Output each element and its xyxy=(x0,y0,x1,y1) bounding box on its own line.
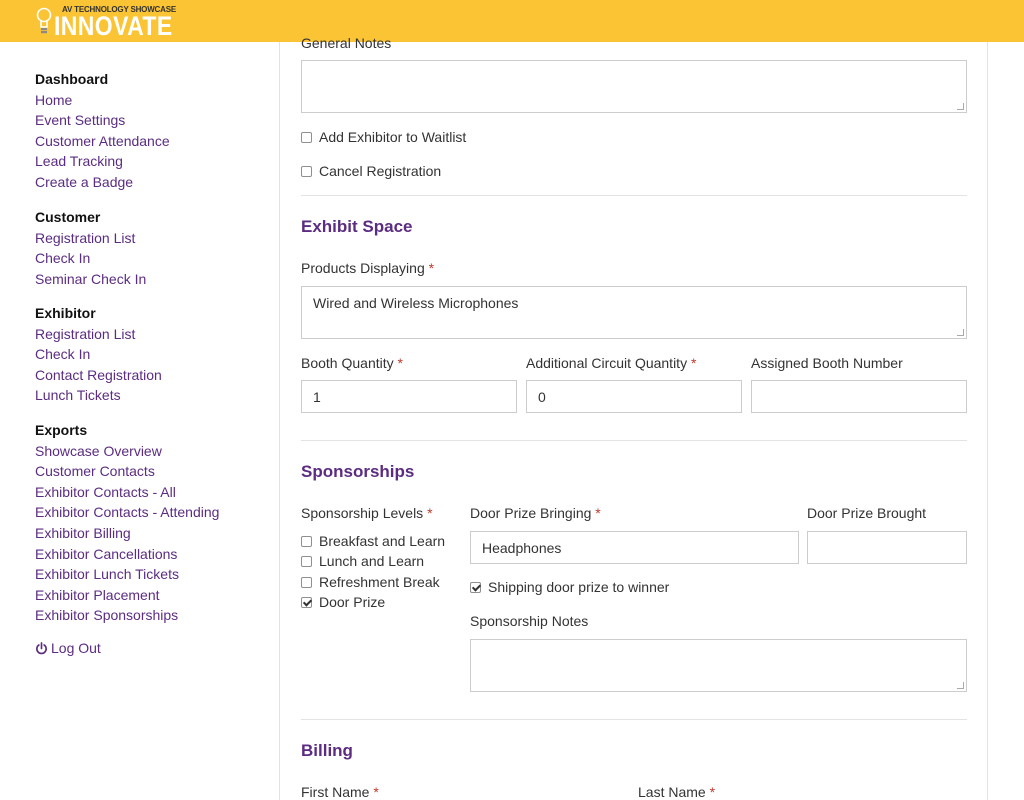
sidebar-item-event-settings[interactable]: Event Settings xyxy=(35,110,170,131)
cancel-registration-label: Cancel Registration xyxy=(319,163,442,179)
sidebar-item-showcase-overview[interactable]: Showcase Overview xyxy=(35,441,219,462)
shipping-door-prize-label: Shipping door prize to winner xyxy=(488,579,670,595)
products-displaying-label: Products Displaying * xyxy=(301,260,435,276)
sidebar-item-home[interactable]: Home xyxy=(35,90,170,111)
sidebar-item-exhibitor-lunch-tickets[interactable]: Exhibitor Lunch Tickets xyxy=(35,564,219,585)
sponsorship-levels-label: Sponsorship Levels * xyxy=(301,505,433,521)
breakfast-label: Breakfast and Learn xyxy=(319,533,446,549)
door-prize-brought-input[interactable] xyxy=(807,531,967,564)
required-mark: * xyxy=(427,505,433,521)
door-prize-brought-label: Door Prize Brought xyxy=(807,505,927,521)
sidebar-item-exhibitor-sponsorships[interactable]: Exhibitor Sponsorships xyxy=(35,605,219,626)
section-divider xyxy=(301,719,967,720)
section-divider xyxy=(301,195,967,196)
booth-quantity-label: Booth Quantity * xyxy=(301,355,403,371)
sidebar-item-seminar-check-in[interactable]: Seminar Check In xyxy=(35,269,146,290)
required-mark: * xyxy=(595,505,601,521)
sidebar-item-contact-registration[interactable]: Contact Registration xyxy=(35,365,162,386)
nav-group-customer: Customer Registration List Check In Semi… xyxy=(35,207,146,289)
shipping-door-prize-row[interactable]: Shipping door prize to winner xyxy=(470,579,669,595)
section-divider xyxy=(301,440,967,441)
sponsorship-level-breakfast[interactable]: Breakfast and Learn xyxy=(301,533,445,549)
nav-group-exhibitor: Exhibitor Registration List Check In Con… xyxy=(35,303,162,406)
waitlist-checkbox-row[interactable]: Add Exhibitor to Waitlist xyxy=(301,129,466,145)
additional-circuit-input[interactable]: 0 xyxy=(526,380,742,413)
refreshment-label: Refreshment Break xyxy=(319,574,440,590)
main-form: General Notes Add Exhibitor to Waitlist … xyxy=(281,35,988,800)
door-prize-label: Door Prize xyxy=(319,594,386,610)
nav-heading-exports: Exports xyxy=(35,422,88,438)
required-mark: * xyxy=(690,355,697,371)
sidebar-item-create-badge[interactable]: Create a Badge xyxy=(35,172,170,193)
cancel-registration-row[interactable]: Cancel Registration xyxy=(301,163,441,179)
shipping-door-prize-checkbox[interactable] xyxy=(470,581,481,593)
sponsorships-title: Sponsorships xyxy=(301,462,415,481)
waitlist-label: Add Exhibitor to Waitlist xyxy=(319,129,467,145)
required-mark: * xyxy=(709,784,716,800)
sidebar-item-customer-registration-list[interactable]: Registration List xyxy=(35,228,146,249)
sponsorship-level-door-prize[interactable]: Door Prize xyxy=(301,594,385,610)
booth-quantity-input[interactable]: 1 xyxy=(301,380,517,413)
sponsorship-level-lunch[interactable]: Lunch and Learn xyxy=(301,553,424,569)
exhibit-space-title: Exhibit Space xyxy=(301,217,413,236)
sidebar-item-exhibitor-contacts-attending[interactable]: Exhibitor Contacts - Attending xyxy=(35,502,219,523)
products-displaying-textarea[interactable]: Wired and Wireless Microphones xyxy=(301,286,967,339)
sidebar-item-lunch-tickets[interactable]: Lunch Tickets xyxy=(35,385,162,406)
top-header-bar: AV TECHNOLOGY SHOWCASE INNOVATE xyxy=(0,0,1024,42)
sidebar-item-exhibitor-cancellations[interactable]: Exhibitor Cancellations xyxy=(35,544,219,565)
nav-heading-customer: Customer xyxy=(35,209,101,225)
assigned-booth-input[interactable] xyxy=(751,380,967,413)
waitlist-checkbox[interactable] xyxy=(301,131,312,143)
sidebar-item-exhibitor-registration-list[interactable]: Registration List xyxy=(35,324,162,345)
sponsorship-notes-textarea[interactable] xyxy=(470,639,967,692)
cancel-registration-checkbox[interactable] xyxy=(301,165,312,177)
nav-heading-dashboard: Dashboard xyxy=(35,71,109,87)
nav-group-exports: Exports Showcase Overview Customer Conta… xyxy=(35,420,219,626)
general-notes-textarea[interactable] xyxy=(301,60,967,113)
nav-heading-exhibitor: Exhibitor xyxy=(35,305,96,321)
sidebar-item-exhibitor-placement[interactable]: Exhibitor Placement xyxy=(35,585,219,606)
sidebar-item-exhibitor-billing[interactable]: Exhibitor Billing xyxy=(35,523,219,544)
logout-label: Log Out xyxy=(51,640,101,656)
last-name-label: Last Name * xyxy=(638,784,716,800)
breakfast-checkbox[interactable] xyxy=(301,535,312,547)
lunch-checkbox[interactable] xyxy=(301,555,312,567)
nav-group-dashboard: Dashboard Home Event Settings Customer A… xyxy=(35,69,170,193)
refreshment-checkbox[interactable] xyxy=(301,576,312,588)
power-icon xyxy=(36,641,47,654)
required-mark: * xyxy=(373,784,379,800)
sidebar-item-customer-contacts[interactable]: Customer Contacts xyxy=(35,461,219,482)
billing-title: Billing xyxy=(301,741,353,760)
sidebar-item-customer-check-in[interactable]: Check In xyxy=(35,248,146,269)
door-prize-checkbox[interactable] xyxy=(301,596,312,608)
lunch-label: Lunch and Learn xyxy=(319,553,425,569)
sponsorship-level-refreshment[interactable]: Refreshment Break xyxy=(301,574,440,590)
general-notes-label: General Notes xyxy=(301,35,392,51)
required-mark: * xyxy=(428,260,435,276)
required-mark: * xyxy=(397,355,403,371)
assigned-booth-label: Assigned Booth Number xyxy=(751,355,903,371)
logo-wordmark: INNOVATE xyxy=(54,11,173,41)
door-prize-bringing-input[interactable]: Headphones xyxy=(470,531,799,564)
first-name-label: First Name * xyxy=(301,784,379,800)
sidebar-item-customer-attendance[interactable]: Customer Attendance xyxy=(35,131,170,152)
sidebar: Dashboard Home Event Settings Customer A… xyxy=(0,42,280,800)
additional-circuit-label: Additional Circuit Quantity * xyxy=(526,355,697,371)
sidebar-item-exhibitor-contacts-all[interactable]: Exhibitor Contacts - All xyxy=(35,482,219,503)
sponsorship-notes-label: Sponsorship Notes xyxy=(470,613,589,629)
logout-link[interactable]: Log Out xyxy=(35,640,101,656)
sidebar-item-exhibitor-check-in[interactable]: Check In xyxy=(35,344,162,365)
sidebar-item-lead-tracking[interactable]: Lead Tracking xyxy=(35,151,170,172)
lightbulb-icon xyxy=(36,7,52,34)
door-prize-bringing-label: Door Prize Bringing * xyxy=(470,505,601,521)
